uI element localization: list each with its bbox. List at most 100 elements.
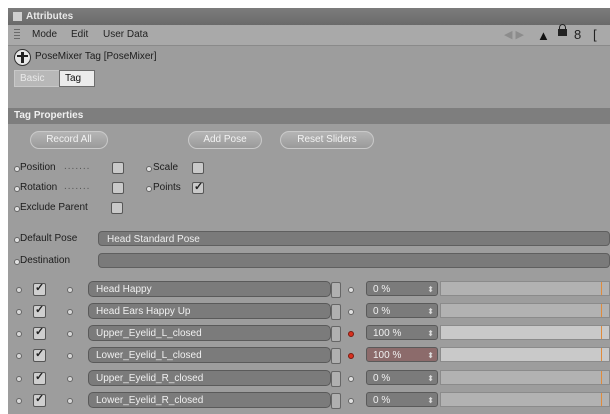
link-icon[interactable]: 8 (574, 25, 581, 45)
slider-marker (601, 393, 602, 406)
position-checkbox[interactable] (112, 162, 124, 174)
window-icon (13, 12, 22, 21)
bullet-icon (67, 398, 73, 404)
pose-slider[interactable] (440, 325, 610, 340)
pose-enable-checkbox[interactable] (33, 370, 46, 385)
bullet-icon (16, 353, 22, 359)
pose-enable-checkbox[interactable] (33, 392, 46, 407)
spinner-arrows-icon[interactable]: ⬍ (427, 393, 434, 408)
keyframe-dot-icon[interactable] (348, 309, 354, 315)
points-checkbox[interactable] (192, 180, 204, 194)
slider-fill (441, 326, 609, 339)
rotation-checkbox[interactable] (112, 182, 124, 194)
object-header: PoseMixer Tag [PoseMixer] (8, 46, 610, 68)
pose-value-field[interactable]: 100 % ⬍ (366, 347, 438, 362)
pose-value-field[interactable]: 0 % ⬍ (366, 281, 438, 296)
pose-name-field[interactable]: Upper_Eyelid_L_closed (88, 325, 331, 341)
bullet-icon (67, 309, 73, 315)
bullet-icon (16, 376, 22, 382)
object-title: PoseMixer Tag [PoseMixer] (35, 51, 157, 62)
keyframe-dot-icon[interactable] (348, 287, 354, 293)
destination-field[interactable] (98, 253, 610, 268)
pose-slider[interactable] (440, 303, 610, 318)
pose-enable-checkbox[interactable] (33, 325, 46, 340)
pose-name-field[interactable]: Lower_Eyelid_R_closed (88, 392, 331, 408)
pose-slider[interactable] (440, 392, 610, 407)
pose-dropdown-arrow-icon[interactable] (331, 371, 341, 387)
pose-name-field[interactable]: Head Happy (88, 281, 331, 297)
default-pose-field[interactable]: Head Standard Pose (98, 231, 610, 246)
grip-icon[interactable] (14, 29, 20, 41)
pose-enable-checkbox[interactable] (33, 303, 46, 318)
pose-dropdown-arrow-icon[interactable] (331, 304, 341, 320)
pose-value-text: 0 % (373, 284, 391, 295)
pose-dropdown-arrow-icon[interactable] (331, 326, 341, 342)
bullet-icon (67, 376, 73, 382)
menu-edit[interactable]: Edit (71, 25, 88, 45)
keyframe-dot-icon[interactable] (348, 398, 354, 404)
pose-value-field[interactable]: 0 % ⬍ (366, 370, 438, 385)
pose-value-field[interactable]: 100 % ⬍ (366, 325, 438, 340)
pose-name-field[interactable]: Upper_Eyelid_R_closed (88, 370, 331, 386)
window-title: Attributes (26, 11, 74, 22)
keyframe-dot-icon[interactable] (348, 331, 354, 337)
tab-basic[interactable]: Basic (14, 70, 60, 87)
pose-name-field[interactable]: Lower_Eyelid_L_closed (88, 347, 331, 363)
section-header[interactable]: Tag Properties (8, 108, 610, 124)
spinner-arrows-icon[interactable]: ⬍ (427, 304, 434, 319)
add-pose-button[interactable]: Add Pose (188, 131, 262, 149)
menu-bar: Mode Edit User Data ◀ ▶ ▲ 8 [ (8, 24, 610, 46)
pose-value-field[interactable]: 0 % ⬍ (366, 303, 438, 318)
keyframe-dot-icon[interactable] (348, 376, 354, 382)
window-titlebar[interactable]: Attributes (8, 8, 610, 25)
pose-value-text: 100 % (373, 328, 402, 339)
reset-sliders-button[interactable]: Reset Sliders (280, 131, 374, 149)
arrow-up-icon[interactable]: ▲ (537, 26, 550, 46)
posemixer-icon (14, 49, 31, 66)
pose-name-field[interactable]: Head Ears Happy Up (88, 303, 331, 319)
record-all-button[interactable]: Record All (30, 131, 108, 149)
new-panel-icon[interactable]: [ (593, 25, 597, 45)
scale-checkbox[interactable] (192, 162, 204, 174)
attributes-panel: Attributes Mode Edit User Data ◀ ▶ ▲ 8 [… (8, 8, 610, 414)
bullet-icon (146, 166, 152, 172)
lock-icon[interactable] (558, 24, 567, 36)
leader-dots: ....... (64, 161, 91, 172)
spinner-arrows-icon[interactable]: ⬍ (427, 348, 434, 363)
default-pose-label: Default Pose (20, 233, 78, 244)
pose-value-text: 0 % (373, 373, 391, 384)
pose-value-text: 0 % (373, 395, 391, 406)
destination-label: Destination (20, 255, 71, 266)
pose-dropdown-arrow-icon[interactable] (331, 282, 341, 298)
pose-slider[interactable] (440, 370, 610, 385)
keyframe-dot-icon[interactable] (348, 353, 354, 359)
pose-value-text: 100 % (373, 350, 402, 361)
pose-dropdown-arrow-icon[interactable] (331, 348, 341, 364)
menu-user-data[interactable]: User Data (103, 25, 148, 45)
slider-marker (601, 371, 602, 384)
slider-marker (601, 326, 602, 339)
position-label: Position (20, 162, 56, 173)
tab-tag[interactable]: Tag (59, 70, 95, 87)
exclude-parent-checkbox[interactable] (111, 202, 123, 214)
slider-marker (601, 348, 602, 361)
nav-arrows-icon[interactable]: ◀ ▶ (504, 25, 524, 45)
spinner-arrows-icon[interactable]: ⬍ (427, 371, 434, 386)
spinner-arrows-icon[interactable]: ⬍ (427, 326, 434, 341)
pose-value-text: 0 % (373, 306, 391, 317)
rotation-label: Rotation (20, 182, 58, 193)
points-label: Points (153, 182, 181, 193)
pose-slider[interactable] (440, 281, 610, 296)
bullet-icon (67, 331, 73, 337)
pose-dropdown-arrow-icon[interactable] (331, 393, 341, 409)
scale-label: Scale (153, 162, 179, 173)
leader-dots: ....... (64, 181, 91, 192)
bullet-icon (67, 287, 73, 293)
pose-enable-checkbox[interactable] (33, 347, 46, 362)
spinner-arrows-icon[interactable]: ⬍ (427, 282, 434, 297)
menu-mode[interactable]: Mode (32, 25, 57, 45)
bullet-icon (67, 353, 73, 359)
pose-enable-checkbox[interactable] (33, 281, 46, 296)
pose-slider[interactable] (440, 347, 610, 362)
pose-value-field[interactable]: 0 % ⬍ (366, 392, 438, 407)
